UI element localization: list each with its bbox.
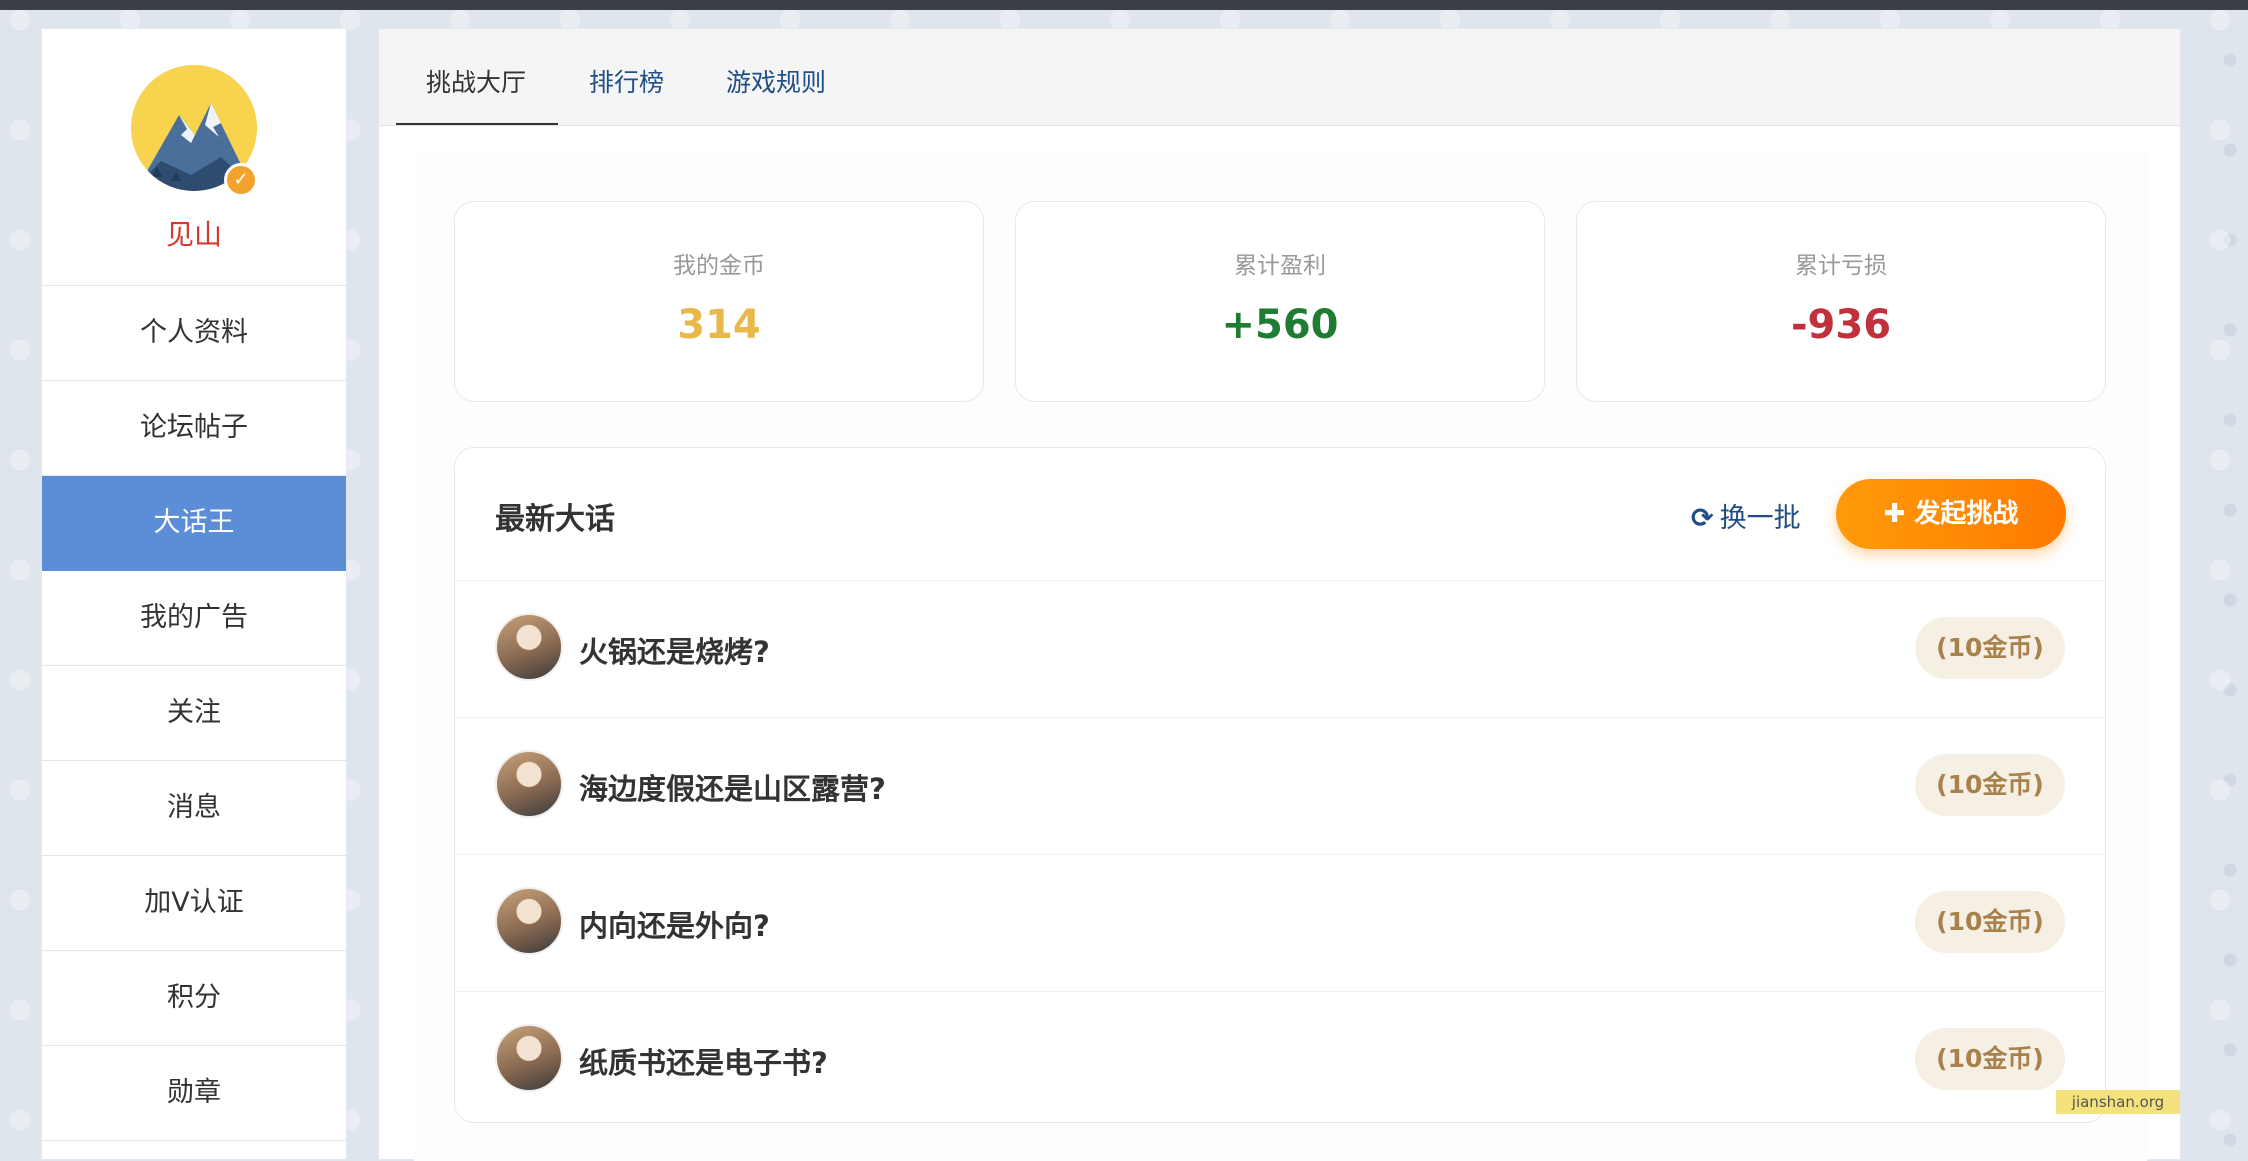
refresh-icon: ⟳: [1691, 503, 1714, 534]
sidebar-item-profile[interactable]: 个人资料: [42, 286, 346, 381]
sidebar-item-big-talk-king[interactable]: 大话王: [42, 476, 346, 571]
avatar: [495, 887, 563, 955]
sidebar-item-follow[interactable]: 关注: [42, 666, 346, 761]
verified-badge-icon: ✓: [224, 163, 258, 197]
start-challenge-button[interactable]: ✚ 发起挑战: [1836, 479, 2066, 549]
stat-label: 累计盈利: [1234, 253, 1326, 279]
coin-badge: (10金币): [1915, 1028, 2065, 1090]
stat-value: +560: [1221, 302, 1339, 348]
stat-label: 我的金币: [673, 253, 765, 279]
sidebar-item-my-ads[interactable]: 我的广告: [42, 571, 346, 666]
plus-icon: ✚: [1883, 499, 1915, 529]
sidebar: ✓ 见山 个人资料 论坛帖子 大话王 我的广告 关注 消息 加V认证 积分 勋章: [41, 28, 347, 1160]
tab-challenge-hall[interactable]: 挑战大厅: [396, 29, 558, 125]
list-item-text: 火锅还是烧烤?: [579, 635, 770, 669]
list-header: 最新大话 ⟳ 换一批 ✚ 发起挑战: [455, 448, 2105, 581]
list-item[interactable]: 内向还是外向? (10金币): [455, 855, 2105, 992]
latest-talk-card: 最新大话 ⟳ 换一批 ✚ 发起挑战 火锅还是烧烤? (10金币) 海边度假还是山区…: [454, 447, 2106, 1123]
coin-badge: (10金币): [1915, 617, 2065, 679]
stat-card-coins: 我的金币 314: [454, 201, 984, 402]
list-item[interactable]: 海边度假还是山区露营? (10金币): [455, 718, 2105, 855]
stat-card-loss: 累计亏损 -936: [1576, 201, 2106, 402]
content-area: 我的金币 314 累计盈利 +560 累计亏损 -936 最新大话 ⟳ 换一批 ✚…: [414, 153, 2147, 1161]
stat-label: 累计亏损: [1795, 253, 1887, 279]
sidebar-item-medals[interactable]: 勋章: [42, 1046, 346, 1141]
refresh-button[interactable]: ⟳ 换一批: [1691, 496, 1801, 535]
coin-badge: (10金币): [1915, 891, 2065, 953]
tab-game-rules[interactable]: 游戏规则: [696, 29, 856, 125]
avatar: [495, 1024, 563, 1092]
tab-leaderboard[interactable]: 排行榜: [559, 29, 694, 125]
stat-value: 314: [677, 302, 761, 348]
coin-badge: (10金币): [1915, 754, 2065, 816]
list-item[interactable]: 纸质书还是电子书? (10金币): [455, 992, 2105, 1128]
sidebar-item-points[interactable]: 积分: [42, 951, 346, 1046]
avatar: [495, 613, 563, 681]
profile-card: ✓ 见山: [42, 29, 346, 286]
sidebar-item-forum-posts[interactable]: 论坛帖子: [42, 381, 346, 476]
start-challenge-label: 发起挑战: [1914, 499, 2019, 529]
list-item-text: 内向还是外向?: [579, 909, 770, 943]
list-item-text: 纸质书还是电子书?: [579, 1046, 828, 1080]
watermark: jianshan.org: [2056, 1090, 2180, 1114]
sidebar-item-messages[interactable]: 消息: [42, 761, 346, 856]
main-panel: 挑战大厅 排行榜 游戏规则 我的金币 314 累计盈利 +560 累计亏损 -9…: [378, 28, 2181, 1161]
sidebar-item-verification[interactable]: 加V认证: [42, 856, 346, 951]
username[interactable]: 见山: [42, 213, 346, 253]
browser-top-bar: [0, 0, 2248, 10]
avatar: [495, 750, 563, 818]
list-item-text: 海边度假还是山区露营?: [579, 772, 886, 806]
stat-card-profit: 累计盈利 +560: [1015, 201, 1545, 402]
list-title: 最新大话: [495, 502, 615, 537]
refresh-label: 换一批: [1719, 503, 1801, 534]
list-item[interactable]: 火锅还是烧烤? (10金币): [455, 581, 2105, 718]
tab-bar: 挑战大厅 排行榜 游戏规则: [379, 29, 2180, 126]
stat-value: -936: [1790, 302, 1892, 348]
